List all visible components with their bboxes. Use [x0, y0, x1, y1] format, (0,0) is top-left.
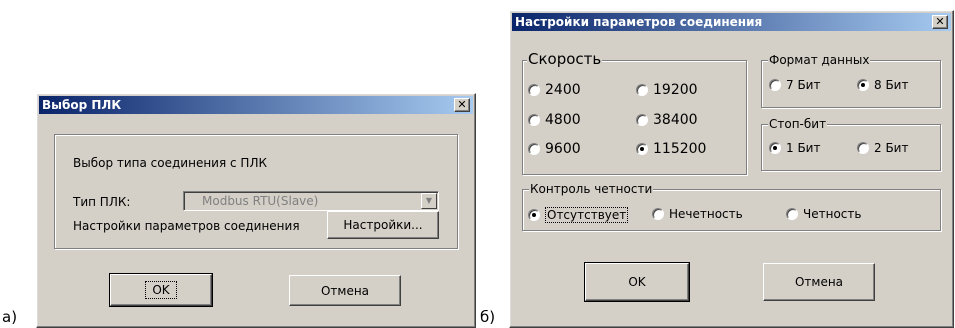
- radio-circle: [528, 84, 540, 96]
- close-button[interactable]: ✕: [454, 98, 470, 112]
- radio-label: Отсутствует: [545, 207, 629, 223]
- radio-circle: [528, 114, 540, 126]
- radio-label: 4800: [545, 112, 581, 128]
- connection-params-label: Настройки параметров соединения: [73, 219, 300, 233]
- radio-label: 19200: [653, 82, 698, 98]
- cancel-button[interactable]: Отмена: [289, 275, 401, 306]
- close-icon: ✕: [457, 98, 467, 111]
- radio-speed-38400[interactable]: 38400: [636, 112, 698, 128]
- ok-button[interactable]: OK: [584, 262, 690, 302]
- radio-data-8-bit[interactable]: 8 Бит: [857, 78, 908, 92]
- radio-circle: [652, 208, 664, 220]
- radio-label: 2400: [545, 82, 581, 98]
- dialog-title-bar[interactable]: Выбор ПЛК: [39, 96, 473, 114]
- close-icon: ✕: [935, 15, 945, 28]
- radio-label: Четность: [803, 207, 862, 221]
- parity-group-title: Контроль четности: [529, 181, 654, 197]
- dialog-title: Выбор ПЛК: [42, 98, 122, 112]
- plc-type-label: Тип ПЛК:: [73, 195, 131, 209]
- radio-parity-even[interactable]: Четность: [786, 207, 861, 221]
- radio-label: 7 Бит: [786, 78, 821, 92]
- speed-group-title: Скорость: [527, 50, 603, 68]
- stop-bits-group-title: Стоп-бит: [768, 116, 828, 132]
- plc-type-value: Modbus RTU(Slave): [202, 194, 319, 208]
- data-format-group-title: Формат данных: [768, 52, 871, 68]
- radio-stop-2-bit[interactable]: 2 Бит: [857, 141, 908, 155]
- connection-settings-dialog: Настройки параметров соединения ✕ Скорос…: [509, 10, 954, 328]
- cancel-button-label: Отмена: [794, 275, 844, 289]
- radio-circle: [786, 208, 798, 220]
- radio-circle-selected: [769, 142, 781, 154]
- radio-circle-selected: [528, 209, 540, 221]
- radio-label: Нечетность: [669, 207, 743, 221]
- connection-type-label: Выбор типа соединения с ПЛК: [73, 156, 267, 170]
- radio-circle: [857, 142, 869, 154]
- radio-parity-odd[interactable]: Нечетность: [652, 207, 743, 221]
- figure-label-a: а): [2, 308, 18, 326]
- ok-button-label: OK: [628, 275, 646, 289]
- radio-label: 1 Бит: [786, 141, 821, 155]
- radio-circle: [636, 84, 648, 96]
- radio-speed-19200[interactable]: 19200: [636, 82, 698, 98]
- dialog-title-bar[interactable]: Настройки параметров соединения: [512, 13, 951, 31]
- radio-label: 38400: [653, 112, 698, 128]
- figure-label-b: б): [480, 308, 496, 326]
- ok-button-label: OK: [145, 281, 177, 299]
- radio-speed-9600[interactable]: 9600: [528, 141, 581, 157]
- chevron-down-icon[interactable]: ▼: [421, 193, 437, 209]
- radio-speed-115200[interactable]: 115200: [636, 141, 706, 157]
- radio-stop-1-bit[interactable]: 1 Бит: [769, 141, 820, 155]
- ok-button[interactable]: OK: [109, 273, 213, 307]
- radio-label: 9600: [545, 141, 581, 157]
- radio-speed-2400[interactable]: 2400: [528, 82, 581, 98]
- radio-label: 8 Бит: [874, 78, 909, 92]
- radio-circle-selected: [636, 143, 648, 155]
- radio-data-7-bit[interactable]: 7 Бит: [769, 78, 820, 92]
- radio-parity-none[interactable]: Отсутствует: [528, 207, 629, 223]
- plc-type-dropdown[interactable]: Modbus RTU(Slave) ▼: [183, 191, 439, 211]
- dialog-title: Настройки параметров соединения: [515, 15, 763, 29]
- radio-label: 2 Бит: [874, 141, 909, 155]
- cancel-button-label: Отмена: [320, 283, 370, 298]
- radio-speed-4800[interactable]: 4800: [528, 112, 581, 128]
- radio-circle-selected: [857, 79, 869, 91]
- radio-circle: [528, 143, 540, 155]
- settings-button[interactable]: Настройки...: [327, 211, 439, 239]
- plc-select-dialog: Выбор ПЛК ✕ Выбор типа соединения с ПЛК …: [36, 93, 476, 328]
- radio-circle: [769, 79, 781, 91]
- settings-button-label: Настройки...: [343, 218, 423, 232]
- radio-label: 115200: [653, 141, 707, 157]
- radio-circle: [636, 114, 648, 126]
- cancel-button[interactable]: Отмена: [763, 263, 875, 301]
- close-button[interactable]: ✕: [932, 15, 948, 29]
